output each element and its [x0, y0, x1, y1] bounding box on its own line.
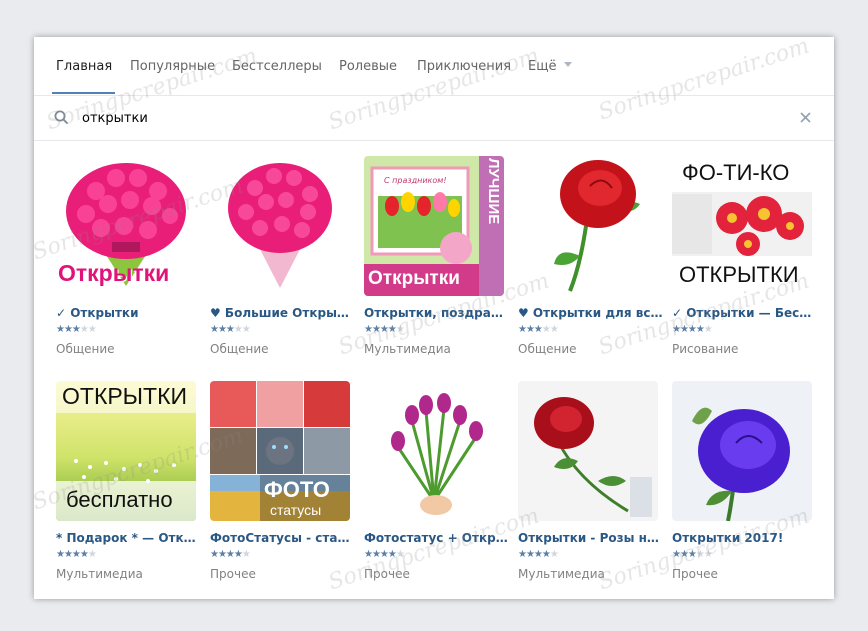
thumbnail-overlay-text: Открытки: [368, 268, 460, 289]
search-input[interactable]: [82, 108, 762, 128]
app-category: Мультимедиа: [518, 567, 605, 581]
thumbnail-overlay-text: ЛУЧШИЕ: [485, 158, 502, 225]
search-icon: [54, 110, 68, 124]
app-thumbnail[interactable]: [518, 156, 658, 296]
thumbnail-overlay-text: бесплатно: [66, 487, 173, 512]
red-rose-image: [518, 381, 658, 521]
close-icon[interactable]: [799, 111, 812, 124]
rating-stars: ★★★★★: [56, 324, 97, 335]
app-name-link[interactable]: ♥ Большие Открытки: [210, 306, 355, 320]
app-category: Мультимедиа: [56, 567, 143, 581]
app-category: Мультимедиа: [364, 342, 451, 356]
rating-stars: ★★★★★: [672, 549, 713, 560]
active-tab-indicator: [52, 92, 115, 94]
app-name-link[interactable]: Открытки, поздравл...: [364, 306, 509, 320]
thumbnail-overlay-text: ОТКРЫТКИ: [62, 383, 188, 409]
catalog-tabs: Главная Популярные Бестселлеры Ролевые П…: [34, 37, 834, 96]
apps-catalog-panel: Главная Популярные Бестселлеры Ролевые П…: [30, 34, 834, 599]
app-thumbnail[interactable]: [364, 381, 504, 521]
tab-bestsellers[interactable]: Бестселлеры: [232, 59, 322, 74]
app-name-link[interactable]: Фотостатус + Откры...: [364, 531, 509, 545]
tab-roleplay[interactable]: Ролевые: [339, 59, 397, 74]
thumbnail-overlay-text: С праздником!: [384, 176, 447, 185]
rating-stars: ★★★★★: [210, 549, 251, 560]
app-name-link[interactable]: ФотоСтатусы - стату...: [210, 531, 355, 545]
tab-popular[interactable]: Популярные: [130, 59, 215, 74]
red-rose-image: [518, 156, 658, 296]
tab-main[interactable]: Главная: [56, 59, 112, 74]
app-name-link[interactable]: * Подарок * — Откры...: [56, 531, 201, 545]
app-category: Общение: [56, 342, 115, 356]
thumbnail-overlay-text: ФО-ТИ-КО: [682, 160, 790, 185]
tab-adventures[interactable]: Приключения: [417, 59, 511, 74]
app-category: Прочее: [672, 567, 718, 581]
rating-stars: ★★★★★: [518, 324, 559, 335]
rating-stars: ★★★★★: [672, 324, 713, 335]
app-thumbnail[interactable]: ОТКРЫТКИ бесплатно: [56, 381, 196, 521]
app-name-link[interactable]: ✓ Открытки: [56, 306, 201, 320]
app-thumbnail[interactable]: С праздником! ЛУЧШИЕ Открытки: [364, 156, 504, 296]
app-name-link[interactable]: ✓ Открытки — Беспл...: [672, 306, 817, 320]
thumbnail-overlay-text: ОТКРЫТКИ: [679, 262, 799, 287]
app-thumbnail[interactable]: ФОТО статусы: [210, 381, 350, 521]
app-name-link[interactable]: Открытки - Розы на ...: [518, 531, 663, 545]
rose-bouquet-image: [210, 156, 350, 296]
thumbnail-overlay-text: Открытки: [58, 260, 170, 286]
app-thumbnail[interactable]: ФО-ТИ-КО ОТКРЫТКИ: [672, 156, 812, 296]
app-category: Прочее: [210, 567, 256, 581]
tab-more[interactable]: Ещё: [528, 59, 556, 74]
app-thumbnail[interactable]: [210, 156, 350, 296]
chevron-down-icon[interactable]: [564, 62, 572, 67]
rating-stars: ★★★★★: [364, 324, 405, 335]
rating-stars: ★★★★★: [518, 549, 559, 560]
app-category: Прочее: [364, 567, 410, 581]
app-category: Общение: [210, 342, 269, 356]
app-name-link[interactable]: ♥ Открытки для всех: [518, 306, 663, 320]
rating-stars: ★★★★★: [210, 324, 251, 335]
tulip-bouquet-image: [364, 381, 504, 521]
thumbnail-overlay-text: ФОТО: [264, 477, 330, 502]
thumbnail-overlay-text: статусы: [270, 502, 322, 518]
app-thumbnail[interactable]: Открытки: [56, 156, 196, 296]
rating-stars: ★★★★★: [364, 549, 405, 560]
app-thumbnail[interactable]: [518, 381, 658, 521]
app-category: Общение: [518, 342, 577, 356]
search-bar: [34, 96, 834, 141]
app-name-link[interactable]: Открытки 2017!: [672, 531, 817, 545]
app-thumbnail[interactable]: [672, 381, 812, 521]
rating-stars: ★★★★★: [56, 549, 97, 560]
app-category: Рисование: [672, 342, 739, 356]
blue-rose-image: [672, 381, 812, 521]
